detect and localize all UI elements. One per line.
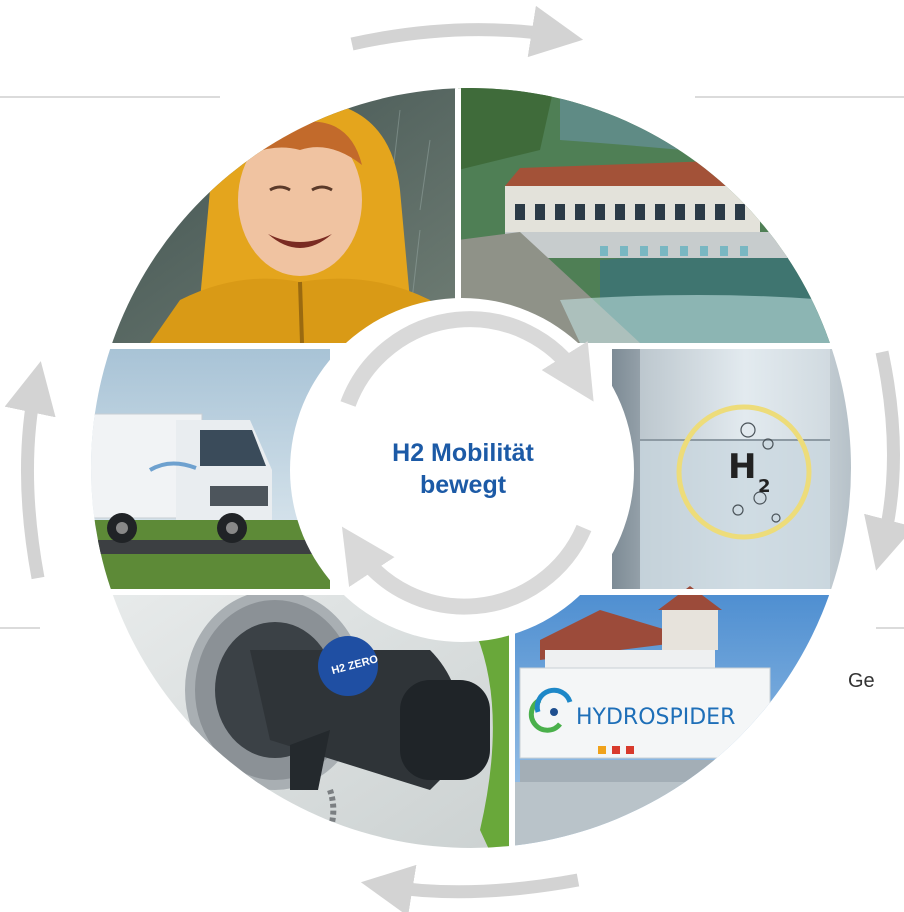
hydrogen-symbol-icon: H xyxy=(728,447,756,487)
center-title-line-1: H2 Mobilität xyxy=(392,439,534,467)
photo-truck xyxy=(91,349,330,589)
cycle-arrow-icon xyxy=(4,361,56,580)
hydrogen-subscript: 2 xyxy=(758,476,771,497)
photo-h2-glass: H 2 xyxy=(612,349,851,589)
photo-hydropower xyxy=(458,88,851,343)
cycle-arrow-icon xyxy=(350,5,584,58)
hydrospider-brand: HYDROSPIDER xyxy=(576,705,735,730)
center-disc xyxy=(290,298,634,642)
cycle-arrow-icon xyxy=(864,350,904,571)
photo-container: HYDROSPIDER xyxy=(515,586,851,848)
cycle-arrow-icon xyxy=(360,864,580,912)
photo-child xyxy=(91,88,456,344)
center-title-line-2: bewegt xyxy=(420,471,507,499)
side-text-cut: Ge xyxy=(848,670,875,692)
cycle-diagram: H 2 H2 ZERO HYDROSPIDER H2 Mobilität bew… xyxy=(0,5,904,912)
